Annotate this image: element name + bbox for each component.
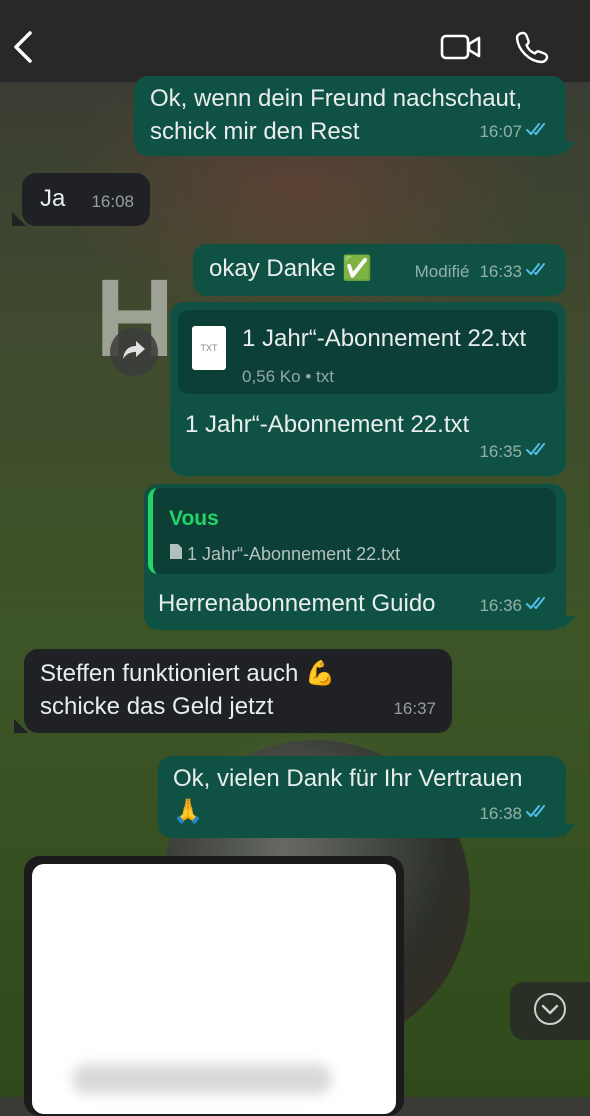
message-incoming[interactable]: Steffen funktioniert auch 💪 schicke das …	[24, 649, 452, 733]
message-text: Ja	[40, 185, 66, 212]
message-meta: 16:38	[479, 797, 550, 830]
bubble-tail	[14, 719, 28, 733]
double-check-icon	[526, 255, 550, 288]
double-check-icon	[526, 115, 550, 148]
quote-content: 1 Jahr“-Abonnement 22.txt	[169, 538, 400, 571]
message-text: Steffen funktioniert auch 💪 schicke das …	[40, 660, 335, 720]
message-outgoing[interactable]: Ok, vielen Dank für Ihr Vertrauen 🙏 16:3…	[158, 756, 566, 838]
quote-author: Vous	[169, 507, 219, 530]
message-meta: 16:07	[479, 115, 550, 148]
message-outgoing-file[interactable]: TXT 1 Jahr“-Abonnement 22.txt 0,56 Ko • …	[170, 302, 566, 476]
incoming-image-preview[interactable]	[24, 856, 404, 1116]
message-text: okay Danke ✅	[209, 255, 373, 282]
forward-button[interactable]	[110, 328, 158, 376]
chevron-down-circle-icon	[532, 991, 568, 1032]
message-meta: 16:08	[91, 185, 134, 218]
message-outgoing[interactable]: okay Danke ✅ Modifié 16:33	[193, 244, 566, 296]
redacted-image	[32, 864, 396, 1114]
video-camera-icon[interactable]	[440, 33, 482, 66]
message-text: Ok, wenn dein Freund nachschaut, schick …	[150, 85, 523, 145]
message-meta: 16:37	[393, 692, 436, 725]
bubble-tail	[12, 212, 26, 226]
file-attachment[interactable]: TXT 1 Jahr“-Abonnement 22.txt 0,56 Ko • …	[178, 310, 558, 394]
chat-header	[0, 0, 590, 83]
double-check-icon	[526, 797, 550, 830]
message-meta: 16:36	[479, 589, 550, 622]
message-time: 16:08	[91, 192, 134, 211]
message-time: 16:33	[479, 262, 522, 281]
file-name: 1 Jahr“-Abonnement 22.txt	[242, 325, 527, 352]
message-incoming[interactable]: Ja 16:08	[22, 173, 150, 226]
txt-file-icon: TXT	[192, 326, 226, 370]
file-size-type: 0,56 Ko • txt	[242, 367, 334, 386]
double-check-icon	[526, 589, 550, 622]
document-icon	[169, 538, 183, 571]
scroll-to-bottom-button[interactable]	[510, 982, 590, 1040]
message-outgoing-reply[interactable]: Vous 1 Jahr“-Abonnement 22.txt Herrenabo…	[144, 484, 566, 630]
edited-label: Modifié	[414, 262, 470, 281]
forward-arrow-icon	[121, 339, 147, 366]
quoted-message[interactable]: Vous 1 Jahr“-Abonnement 22.txt	[148, 488, 556, 574]
message-meta: Modifié 16:33	[415, 255, 550, 288]
message-meta: 16:35	[479, 435, 550, 468]
message-time: 16:38	[479, 804, 522, 823]
bubble-tail	[562, 824, 576, 838]
message-time: 16:37	[393, 699, 436, 718]
message-text: Ok, vielen Dank für Ihr Vertrauen 🙏	[173, 765, 523, 825]
phone-icon[interactable]	[515, 30, 549, 69]
chevron-left-icon[interactable]	[10, 30, 36, 69]
message-outgoing[interactable]: Ok, wenn dein Freund nachschaut, schick …	[134, 76, 566, 156]
bubble-tail	[562, 142, 576, 156]
message-time: 16:07	[479, 122, 522, 141]
message-caption: 1 Jahr“-Abonnement 22.txt	[185, 411, 470, 438]
message-text: Herrenabonnement Guido	[158, 590, 436, 617]
quote-text: 1 Jahr“-Abonnement 22.txt	[187, 544, 401, 564]
message-time: 16:36	[479, 596, 522, 615]
double-check-icon	[526, 435, 550, 468]
bubble-tail	[562, 616, 576, 630]
blurred-content	[72, 1064, 332, 1094]
message-time: 16:35	[479, 442, 522, 461]
